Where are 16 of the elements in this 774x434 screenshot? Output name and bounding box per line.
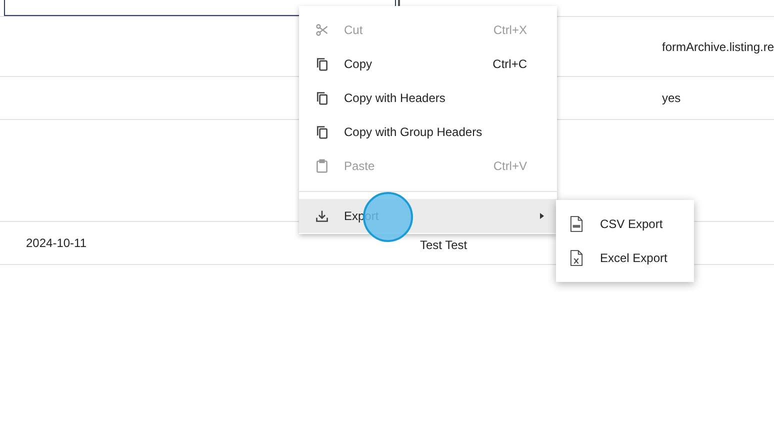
scissors-icon [315, 23, 329, 37]
table-cell: formArchive.listing.re [662, 40, 774, 54]
menu-item[interactable]: Copy with Group Headers [299, 115, 557, 149]
csv-file-icon [570, 215, 583, 233]
copy-icon [315, 91, 329, 105]
menu-item[interactable]: Copy with Headers [299, 81, 557, 115]
table-cell: Test Test [420, 238, 468, 252]
clipboard-icon [315, 159, 329, 173]
menu-item[interactable]: Excel Export [556, 241, 694, 275]
menu-item[interactable]: Copy Ctrl+C [299, 47, 557, 81]
excel-file-icon [570, 249, 583, 267]
table-cell: yes [662, 91, 681, 105]
table-cell: 2024-10-11 [26, 236, 86, 250]
copy-icon [315, 57, 329, 71]
menu-item[interactable]: CSV Export [556, 207, 694, 241]
copy-icon [315, 125, 329, 139]
